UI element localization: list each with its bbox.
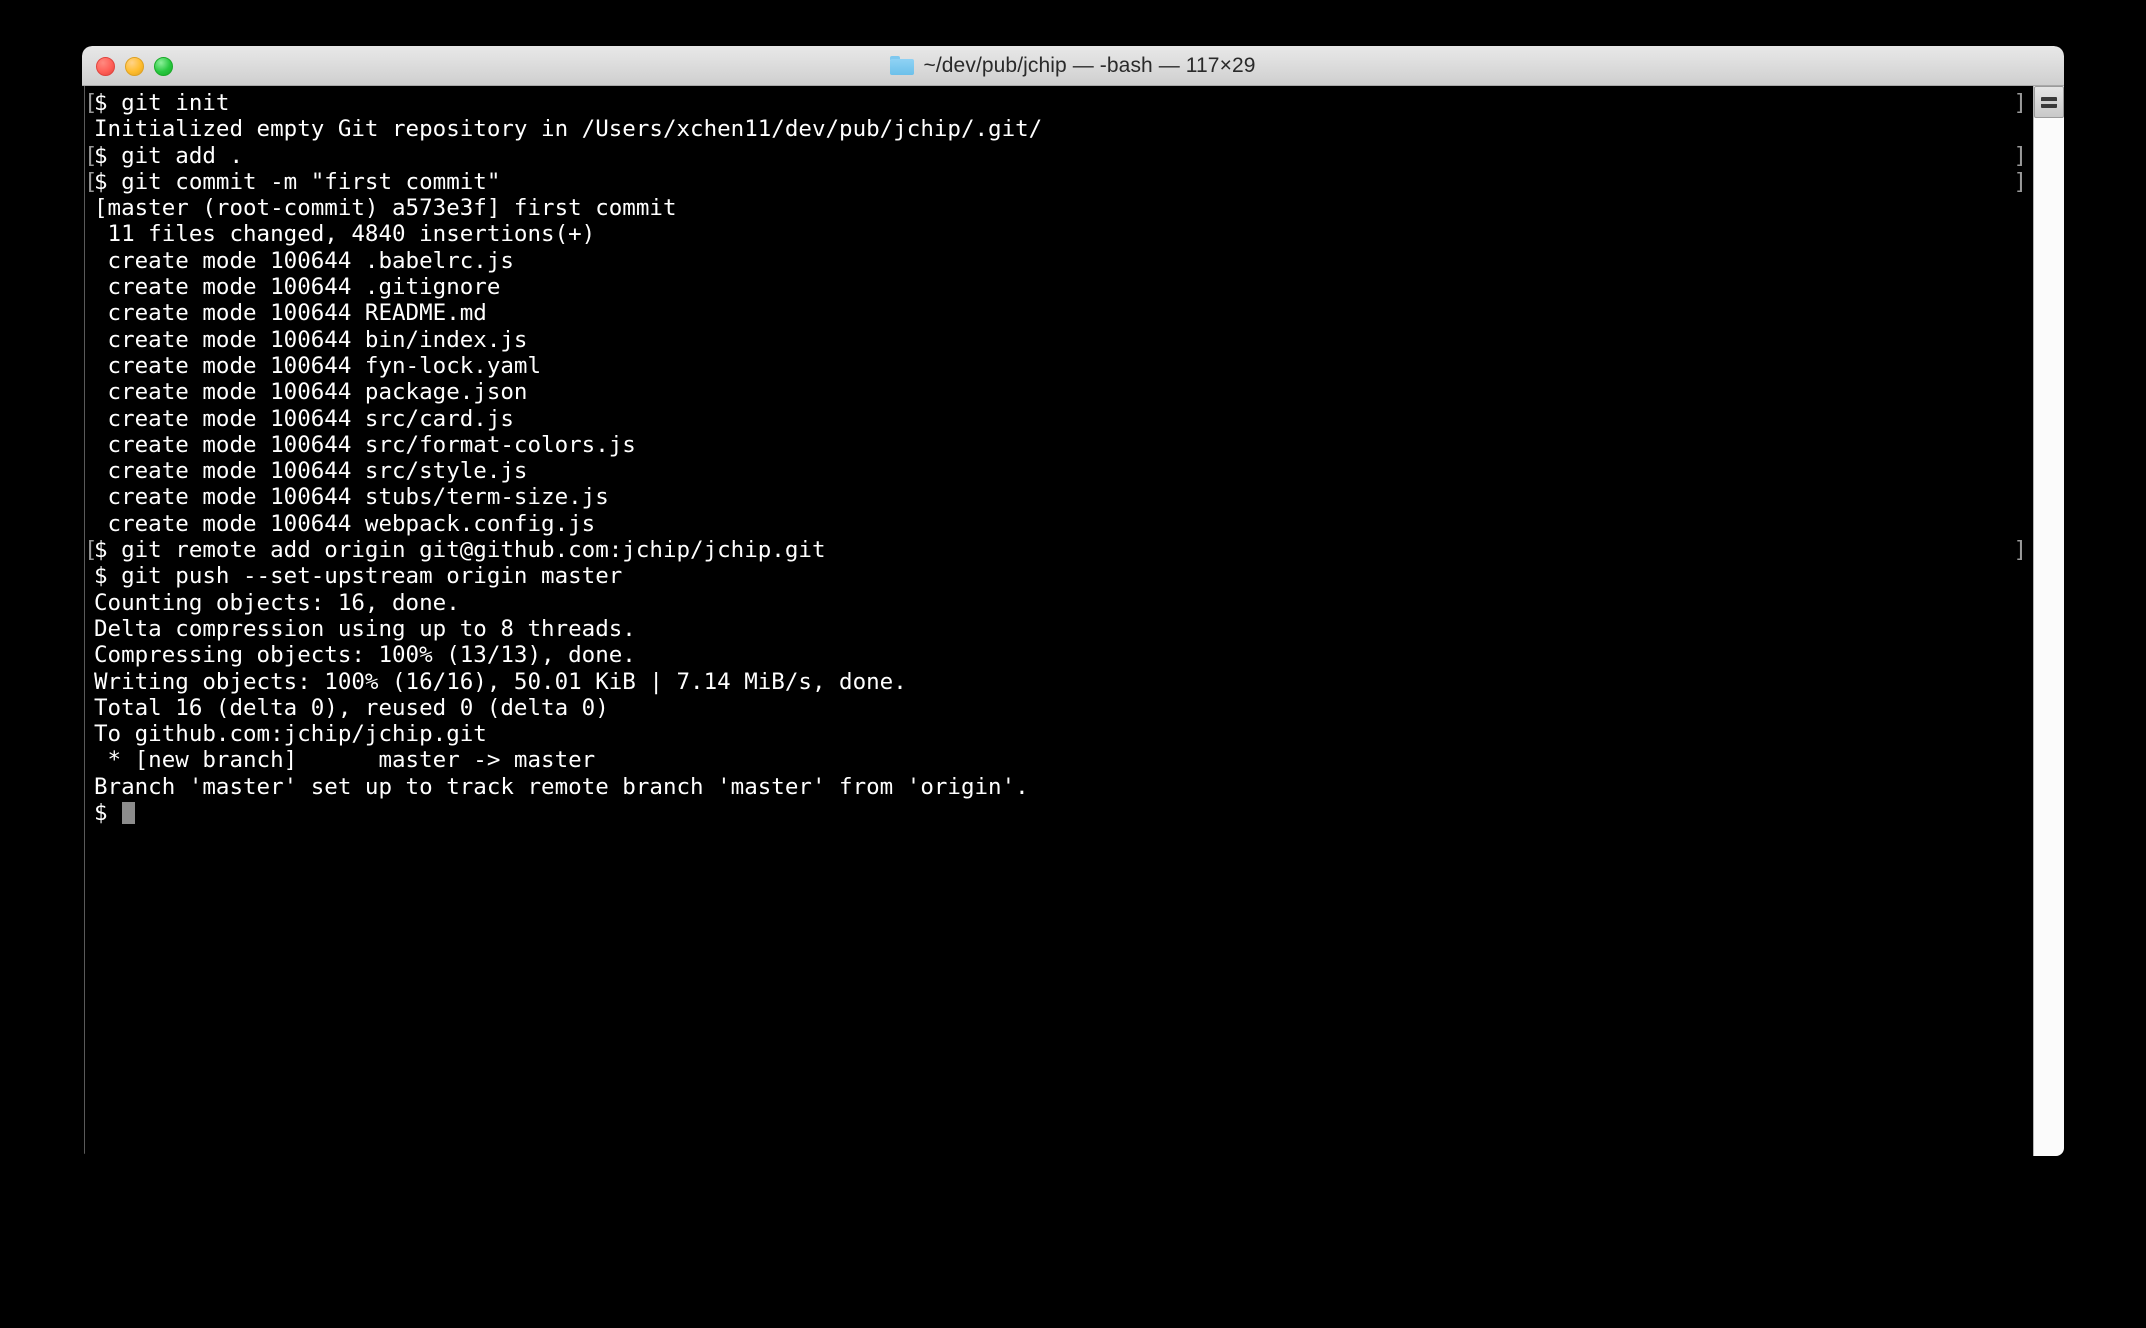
terminal-output-text: * [new branch] master -> master [94,747,596,774]
terminal-output-text: To github.com:jchip/jchip.git [94,721,487,748]
scrollbar-thumb[interactable] [2034,86,2064,118]
terminal-output-text: create mode 100644 fyn-lock.yaml [94,352,542,379]
terminal-line: [$ git commit -m "first commit"] [85,169,2033,195]
desktop-background: ~/dev/pub/jchip — -bash — 117×29 [$ git … [0,0,2146,1328]
terminal-line: create mode 100644 src/card.js [85,406,2033,432]
terminal-body[interactable]: [$ git init] Initialized empty Git reposi… [82,86,2064,1156]
terminal-output-text: create mode 100644 src/card.js [94,405,514,432]
terminal-line: To github.com:jchip/jchip.git [85,721,2033,747]
terminal-line: Initialized empty Git repository in /Use… [85,116,2033,142]
terminal-output-text: Total 16 (delta 0), reused 0 (delta 0) [94,694,609,721]
maximize-window-button[interactable] [154,56,173,76]
terminal-output-text: 11 files changed, 4840 insertions(+) [94,221,596,248]
window-title-text: ~/dev/pub/jchip — -bash — 117×29 [923,53,1256,77]
terminal-line: create mode 100644 README.md [85,300,2033,326]
terminal-cursor [122,802,136,825]
terminal-line: 11 files changed, 4840 insertions(+) [85,221,2033,247]
terminal-output-text: create mode 100644 webpack.config.js [94,510,596,537]
prompt-mark-open: [ [85,90,98,116]
terminal-output-text: Compressing objects: 100% (13/13), done. [94,642,636,669]
terminal-line: Compressing objects: 100% (13/13), done. [85,642,2033,668]
terminal-output-text: create mode 100644 src/style.js [94,458,528,485]
terminal-line: create mode 100644 .babelrc.js [85,248,2033,274]
terminal-output-text: Counting objects: 16, done. [94,589,460,616]
terminal-line: create mode 100644 src/style.js [85,458,2033,484]
terminal-command-text: $ git push --set-upstream origin master [94,563,623,590]
prompt-mark-open: [ [85,537,98,564]
terminal-line: create mode 100644 webpack.config.js [85,511,2033,537]
prompt-mark-close: ] [2013,142,2027,169]
terminal-line: create mode 100644 bin/index.js [85,327,2033,353]
terminal-command-text: $ git commit -m "first commit" [94,168,501,195]
terminal-output-text: Initialized empty Git repository in /Use… [94,116,1043,143]
prompt-mark-close: ] [2013,90,2027,116]
prompt-mark-close: ] [2013,537,2027,564]
prompt-mark-open: [ [85,168,98,195]
terminal-command-text: $ git add . [94,142,244,169]
terminal-line: $ git push --set-upstream origin master [85,563,2033,589]
terminal-output-text: create mode 100644 bin/index.js [94,326,528,353]
terminal-output-text: create mode 100644 package.json [94,379,528,406]
close-window-button[interactable] [96,56,115,76]
terminal-output-text: [master (root-commit) a573e3f] first com… [94,195,677,222]
terminal-line: Writing objects: 100% (16/16), 50.01 KiB… [85,669,2033,695]
terminal-output-text: create mode 100644 src/format-colors.js [94,431,636,458]
terminal-line: create mode 100644 stubs/term-size.js [85,484,2033,510]
terminal-output-text: Writing objects: 100% (16/16), 50.01 KiB… [94,668,907,695]
prompt-mark-open: [ [85,142,98,169]
terminal-line: [$ git init] [85,90,2033,116]
terminal-line: Total 16 (delta 0), reused 0 (delta 0) [85,695,2033,721]
terminal-output-text: Delta compression using up to 8 threads. [94,615,636,642]
terminal-output-text: Branch 'master' set up to track remote b… [94,773,1029,800]
terminal-output[interactable]: [$ git init] Initialized empty Git reposi… [85,86,2033,1156]
terminal-window: ~/dev/pub/jchip — -bash — 117×29 [$ git … [82,46,2064,1156]
terminal-line: create mode 100644 package.json [85,379,2033,405]
minimize-window-button[interactable] [125,56,144,76]
terminal-command-text: $ git remote add origin git@github.com:j… [94,537,826,564]
terminal-line: Counting objects: 16, done. [85,590,2033,616]
window-titlebar[interactable]: ~/dev/pub/jchip — -bash — 117×29 [82,46,2064,86]
terminal-line: create mode 100644 .gitignore [85,274,2033,300]
terminal-output-text: create mode 100644 README.md [94,300,487,327]
terminal-line: [$ git remote add origin git@github.com:… [85,537,2033,563]
traffic-light-group [96,46,173,86]
terminal-output-text: create mode 100644 .gitignore [94,274,501,301]
terminal-line: Branch 'master' set up to track remote b… [85,774,2033,800]
terminal-line: Delta compression using up to 8 threads. [85,616,2033,642]
terminal-output-text: create mode 100644 .babelrc.js [94,247,514,274]
terminal-line: * [new branch] master -> master [85,747,2033,773]
terminal-line: create mode 100644 fyn-lock.yaml [85,353,2033,379]
terminal-command-text: $ git init [94,90,230,116]
folder-icon [890,56,915,75]
terminal-scrollbar[interactable] [2033,86,2064,1156]
terminal-line: [master (root-commit) a573e3f] first com… [85,195,2033,221]
scrollbar-grip-icon [2041,96,2057,108]
window-title: ~/dev/pub/jchip — -bash — 117×29 [82,54,2064,78]
terminal-output-text: $ [94,800,122,827]
prompt-mark-close: ] [2013,168,2027,195]
terminal-line: $ [85,800,2033,826]
terminal-output-text: create mode 100644 stubs/term-size.js [94,484,609,511]
terminal-line: create mode 100644 src/format-colors.js [85,432,2033,458]
terminal-line: [$ git add .] [85,143,2033,169]
